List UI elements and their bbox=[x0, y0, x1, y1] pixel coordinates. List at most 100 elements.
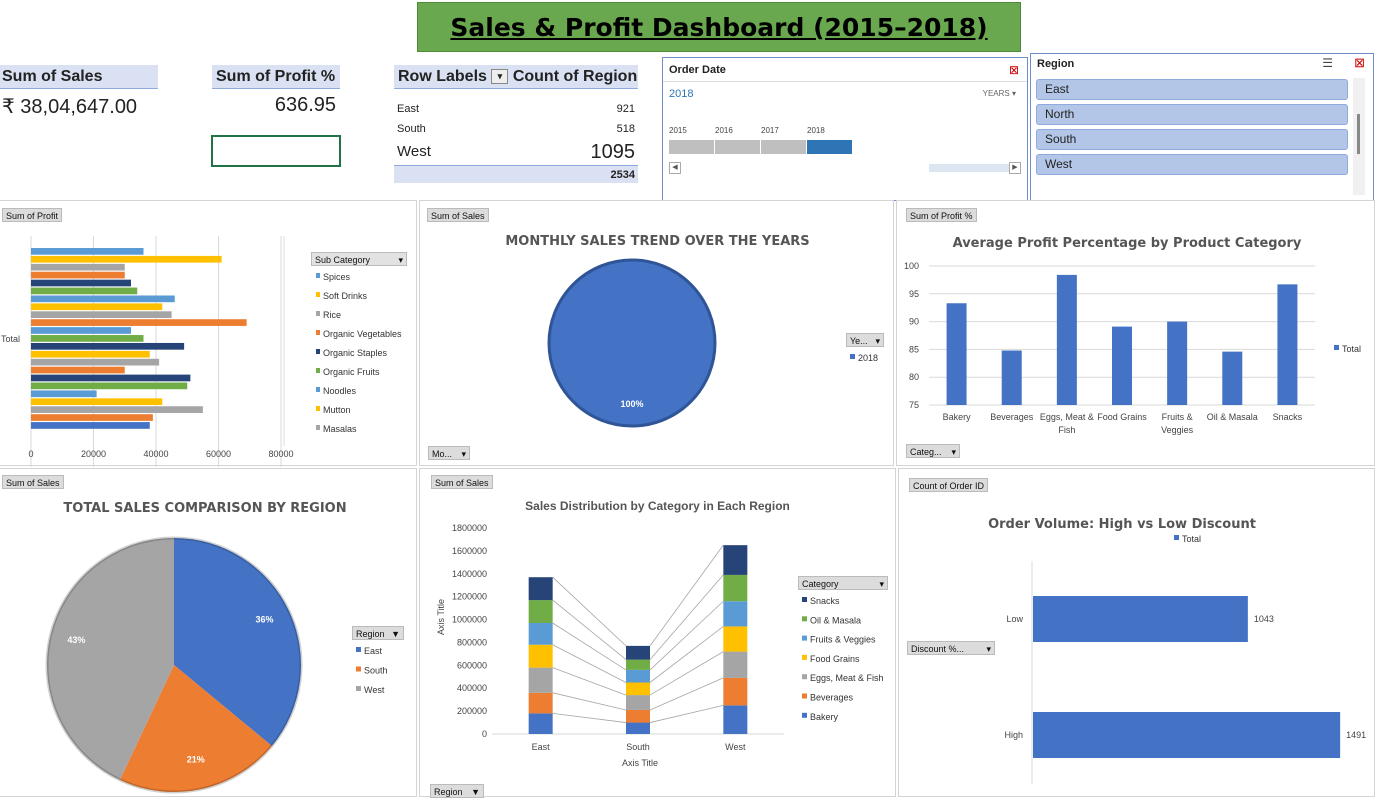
profit-bar bbox=[31, 374, 191, 382]
timeline-year-label: 2016 bbox=[715, 126, 733, 135]
stacked-bar-segment bbox=[723, 545, 748, 575]
legend-swatch bbox=[356, 686, 361, 691]
x-axis-title: Axis Title bbox=[622, 758, 658, 768]
dropdown-icon: ▾ bbox=[951, 447, 956, 457]
slicer-scrollbar[interactable] bbox=[1353, 78, 1365, 195]
stacked-bar-segment bbox=[723, 705, 748, 734]
scroll-right-arrow[interactable]: ▶ bbox=[1009, 162, 1021, 174]
month-field-button[interactable]: Mo... ▾ bbox=[428, 446, 470, 460]
pie-data-label: 36% bbox=[255, 614, 273, 624]
x-tick-label: East bbox=[532, 742, 551, 752]
timeline-level[interactable]: YEARS ▾ bbox=[983, 89, 1016, 98]
x-tick-label: South bbox=[626, 742, 650, 752]
x-tick-label: 80000 bbox=[268, 449, 293, 459]
category-field-button[interactable]: Category ▾ bbox=[798, 576, 888, 590]
stacked-bar-segment bbox=[528, 713, 553, 734]
series-connector bbox=[552, 692, 627, 711]
row-labels-header: Row Labels bbox=[398, 68, 487, 85]
timeline-year-bar[interactable] bbox=[715, 140, 760, 154]
monthly-sales-pie: 100% 2018 bbox=[547, 258, 878, 428]
scroll-left-arrow[interactable]: ◀ bbox=[669, 162, 681, 174]
legend-swatch bbox=[356, 647, 361, 652]
x-tick-label: 20000 bbox=[81, 449, 106, 459]
pivot-header: Row Labels ▾ Count of Region bbox=[394, 65, 638, 89]
profit-bar bbox=[31, 358, 160, 366]
region-slicer[interactable]: Region ☰ ⊠ East North South West bbox=[1030, 53, 1374, 201]
series-connector bbox=[649, 677, 724, 711]
y-tick-label: High bbox=[1004, 730, 1023, 740]
profit-bar bbox=[31, 398, 163, 406]
profit-bar bbox=[31, 414, 153, 421]
order-volume-chart: Total 1043 Low 1491 High bbox=[1004, 534, 1366, 784]
y-tick-label: 75 bbox=[909, 400, 919, 410]
y-tick-label: 1200000 bbox=[452, 592, 487, 602]
filter-icon: ▼ bbox=[391, 629, 400, 639]
pivot-row-label: East bbox=[397, 103, 420, 115]
legend-label: Spices bbox=[323, 272, 351, 282]
region-slicer-item[interactable]: East bbox=[1036, 79, 1348, 100]
filter-icon[interactable]: ▾ bbox=[491, 69, 509, 85]
timeline-title: Order Date bbox=[669, 64, 726, 76]
timeline-year-bar[interactable] bbox=[807, 140, 852, 154]
x-tick-label: Veggies bbox=[1161, 425, 1194, 435]
sub-category-field-label: Sub Category bbox=[315, 255, 371, 265]
stacked-bar-segment bbox=[723, 601, 748, 627]
pie-data-label: 21% bbox=[187, 755, 205, 765]
legend-label: Bakery bbox=[810, 712, 839, 722]
profit-bar bbox=[31, 295, 175, 303]
dropdown-icon: ▾ bbox=[986, 644, 991, 654]
region-pivot-table: Row Labels ▾ Count of Region East 921 Sou… bbox=[394, 65, 638, 185]
legend-label: Eggs, Meat & Fish bbox=[810, 673, 884, 683]
stacked-bar-segment bbox=[723, 651, 748, 678]
region-sales-panel: Sum of Sales TOTAL SALES COMPARISON BY R… bbox=[0, 468, 417, 797]
order-volume-panel: Count of Order ID Order Volume: High vs … bbox=[898, 468, 1375, 797]
timeline-year-bar[interactable] bbox=[761, 140, 806, 154]
clear-filter-icon[interactable]: ⊠ bbox=[1009, 63, 1019, 77]
bar-data-label: 1491 bbox=[1346, 730, 1366, 740]
dropdown-icon: ▾ bbox=[461, 449, 466, 459]
profit-bar bbox=[31, 319, 247, 326]
category-field-button[interactable]: Categ... ▾ bbox=[906, 444, 960, 458]
legend-label: Organic Fruits bbox=[323, 367, 380, 377]
x-tick-label: 40000 bbox=[143, 449, 168, 459]
selected-cell[interactable] bbox=[211, 135, 341, 167]
region-field-button[interactable]: Region ▼ bbox=[430, 784, 484, 798]
x-tick-label: West bbox=[725, 742, 746, 752]
sum-of-profit-label: Sum of Profit % bbox=[212, 65, 340, 89]
stacked-bar-segment bbox=[528, 644, 553, 668]
legend-label: Rice bbox=[323, 310, 341, 320]
profit-pct-bar bbox=[1112, 326, 1132, 405]
x-tick-label: Oil & Masala bbox=[1207, 412, 1258, 422]
x-tick-label: Food Grains bbox=[1097, 412, 1147, 422]
profit-bar bbox=[31, 287, 138, 295]
legend-label: Oil & Masala bbox=[810, 615, 861, 625]
y-tick-label: 100 bbox=[904, 261, 919, 271]
y-tick-label: 600000 bbox=[457, 660, 487, 670]
dropdown-icon: ▾ bbox=[398, 255, 403, 265]
region-slicer-item[interactable]: North bbox=[1036, 104, 1348, 125]
discount-field-button[interactable]: Discount %... ▾ bbox=[907, 641, 995, 655]
profit-pct-bar bbox=[1277, 284, 1298, 405]
timeline-year-bar[interactable] bbox=[669, 140, 714, 154]
sub-category-field-button[interactable]: Sub Category ▾ bbox=[311, 252, 407, 266]
clear-filter-icon[interactable]: ⊠ bbox=[1354, 55, 1365, 71]
region-field-label: Region bbox=[356, 629, 385, 639]
stacked-bar-segment bbox=[528, 600, 553, 623]
slicer-scroll-thumb[interactable] bbox=[1357, 114, 1360, 154]
legend-label: Beverages bbox=[810, 693, 854, 703]
profit-pct-bar bbox=[1222, 351, 1243, 405]
profit-bar bbox=[31, 366, 125, 374]
region-slicer-item[interactable]: South bbox=[1036, 129, 1348, 150]
multi-select-icon[interactable]: ☰ bbox=[1322, 56, 1333, 70]
timeline-selected: 2018 bbox=[669, 88, 694, 100]
region-field-button[interactable]: Region ▼ bbox=[352, 626, 404, 640]
timeline-scrollbar[interactable] bbox=[929, 164, 1009, 172]
timeline-year-label: 2018 bbox=[807, 126, 825, 135]
legend-swatch bbox=[316, 273, 320, 278]
year-field-button[interactable]: Ye... ▾ bbox=[846, 333, 884, 347]
region-slicer-item[interactable]: West bbox=[1036, 154, 1348, 175]
order-date-timeline[interactable]: Order Date ⊠ 2018 YEARS ▾ 2015 2016 2017 20… bbox=[662, 57, 1028, 201]
legend-swatch bbox=[356, 666, 361, 672]
legend-label: Total bbox=[1182, 534, 1201, 544]
y-tick-label: 1400000 bbox=[452, 569, 487, 579]
